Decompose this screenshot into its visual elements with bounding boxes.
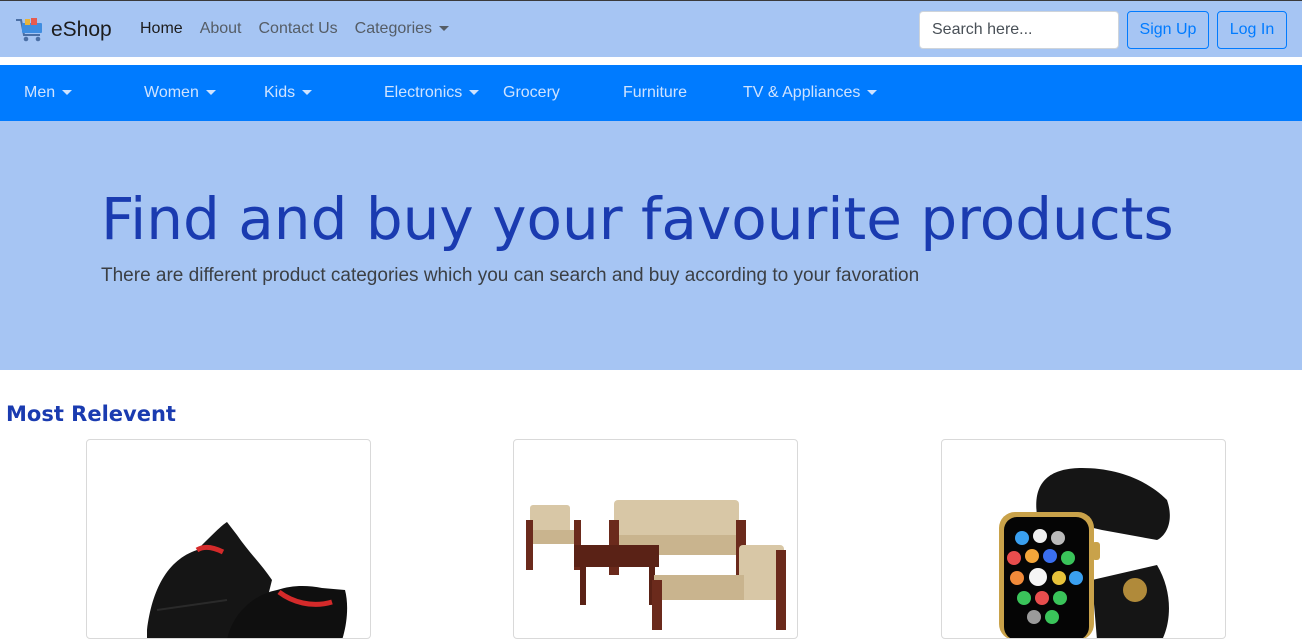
hero-banner: Find and buy your favourite products The…	[0, 121, 1302, 370]
wooden-sofa-set-image	[526, 500, 786, 630]
category-bar: Men Women Kids Electronics Grocery Furni…	[0, 65, 1302, 121]
caret-down-icon	[62, 90, 73, 96]
caret-down-icon	[439, 26, 450, 32]
category-kids[interactable]: Kids	[264, 84, 313, 102]
category-women[interactable]: Women	[144, 84, 216, 102]
signup-button[interactable]: Sign Up	[1127, 11, 1209, 49]
category-tv-appliances[interactable]: TV & Appliances	[743, 84, 878, 102]
search-input[interactable]	[919, 11, 1119, 49]
category-men[interactable]: Men	[24, 84, 73, 102]
category-women-label: Women	[144, 84, 199, 101]
caret-down-icon	[469, 90, 480, 96]
shopping-cart-icon	[16, 18, 42, 42]
top-nav: Home About Contact Us Categories	[140, 20, 466, 38]
product-card[interactable]	[941, 439, 1226, 639]
nav-categories-dropdown[interactable]: Categories	[354, 20, 450, 38]
category-grocery[interactable]: Grocery	[503, 84, 560, 102]
product-card[interactable]	[86, 439, 371, 639]
category-furniture[interactable]: Furniture	[623, 84, 687, 102]
product-card[interactable]	[513, 439, 798, 639]
category-kids-label: Kids	[264, 84, 296, 101]
login-button[interactable]: Log In	[1217, 11, 1287, 49]
category-electronics[interactable]: Electronics	[384, 84, 480, 102]
caret-down-icon	[867, 90, 878, 96]
hero-title: Find and buy your favourite products	[101, 185, 1174, 253]
nav-contact[interactable]: Contact Us	[259, 20, 338, 38]
category-tv-label: TV & Appliances	[743, 84, 861, 101]
brand-name: eShop	[51, 18, 112, 41]
nav-categories-label: Categories	[354, 20, 433, 37]
section-title: Most Relevent	[6, 402, 176, 426]
nav-about[interactable]: About	[200, 20, 242, 38]
category-men-label: Men	[24, 84, 56, 101]
nav-home[interactable]: Home	[140, 20, 183, 38]
smartwatch-image	[999, 468, 1170, 638]
black-sneakers-image	[147, 522, 348, 638]
category-electronics-label: Electronics	[384, 84, 463, 101]
hero-subtitle: There are different product categories w…	[101, 265, 920, 286]
brand[interactable]: eShop	[15, 15, 112, 45]
caret-down-icon	[205, 90, 216, 96]
caret-down-icon	[302, 90, 313, 96]
top-navbar: eShop Home About Contact Us Categories S…	[0, 0, 1302, 57]
